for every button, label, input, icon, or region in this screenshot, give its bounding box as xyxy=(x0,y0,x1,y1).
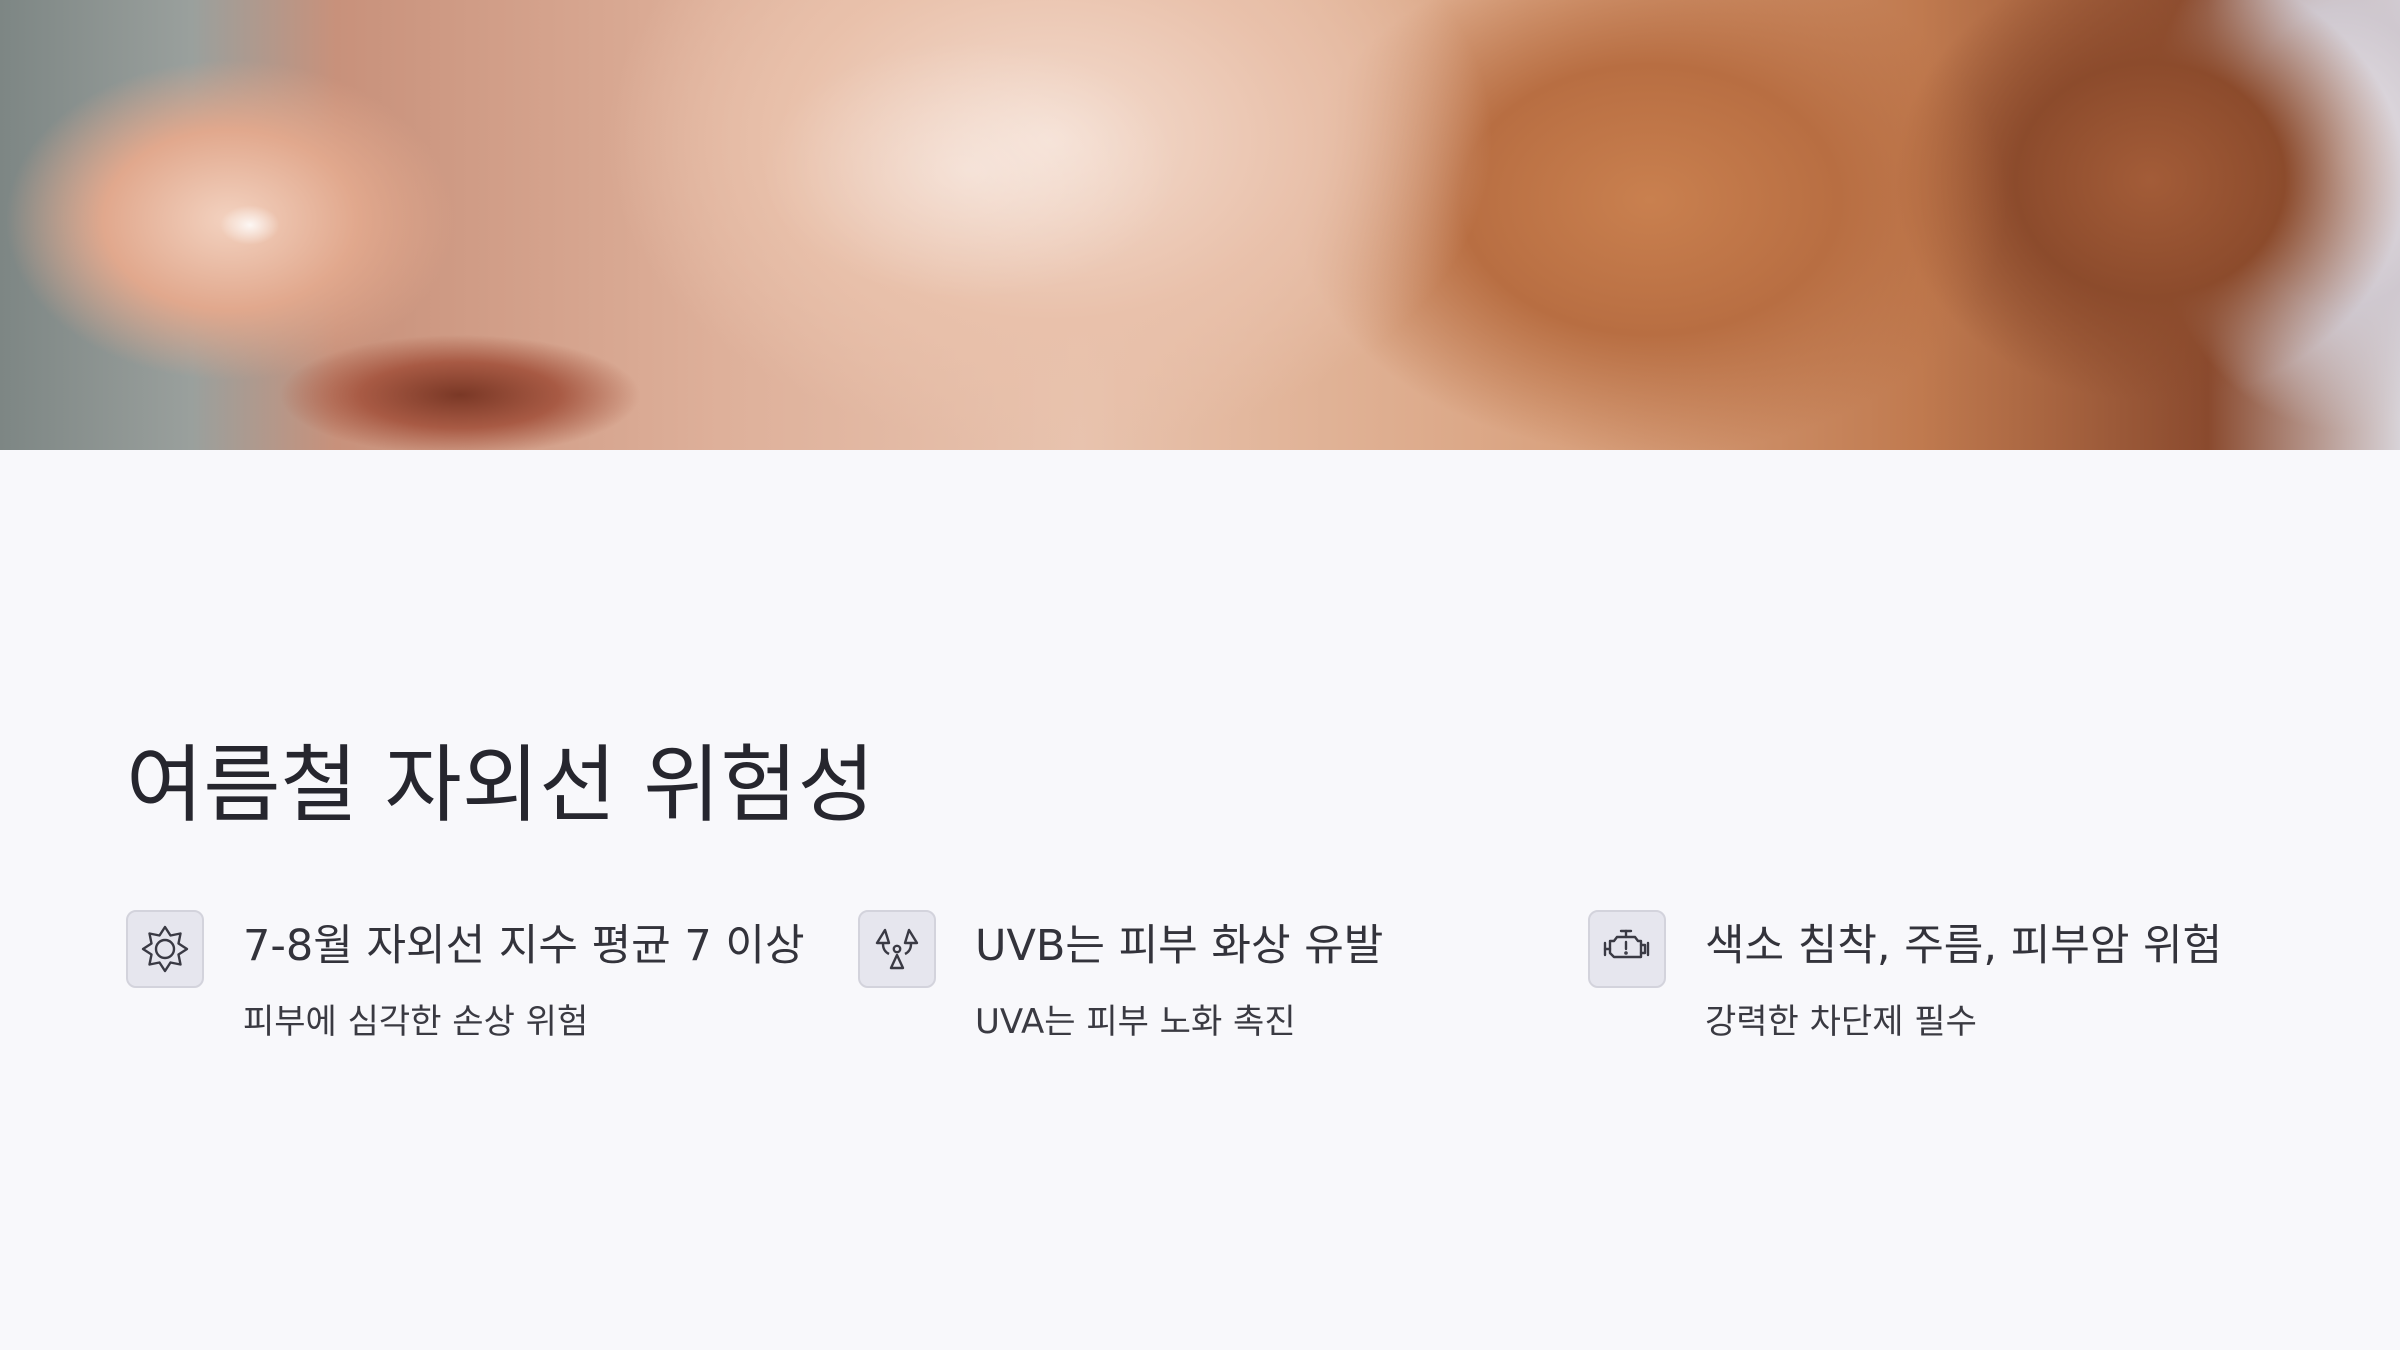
risk-item-description: 피부에 심각한 손상 위험 xyxy=(243,1002,589,1042)
risk-item-heading: 색소 침착, 주름, 피부암 위험 xyxy=(1705,921,2223,971)
skin-highlight xyxy=(760,40,1180,300)
sun-icon xyxy=(126,910,204,988)
risk-item-heading: UVB는 피부 화상 유발 xyxy=(975,921,1384,971)
engine-warning-icon xyxy=(1588,910,1666,988)
risk-item-description: 강력한 차단제 필수 xyxy=(1705,1002,1977,1042)
risk-item-description: UVA는 피부 노화 촉진 xyxy=(975,1002,1296,1042)
hero-image xyxy=(0,0,2400,450)
nose-highlight xyxy=(220,205,280,245)
slide-title: 여름철 자외선 위험성 xyxy=(126,736,875,834)
risk-item-heading: 7-8월 자외선 지수 평균 7 이상 xyxy=(243,921,805,971)
radiation-icon xyxy=(858,910,936,988)
